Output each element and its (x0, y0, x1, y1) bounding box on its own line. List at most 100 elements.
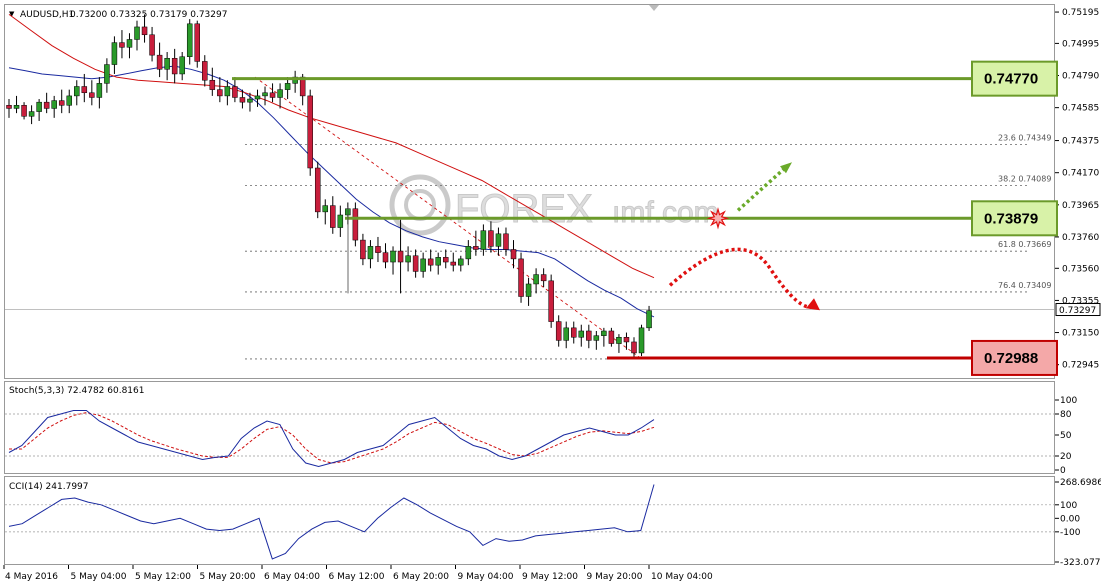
cci-tick-label: 100 (1060, 501, 1077, 511)
level-label: 0.74770 (984, 71, 1038, 88)
ohlc-readout: 0.73200 0.73325 0.73179 0.73297 (70, 10, 227, 20)
candle-body (111, 42, 118, 65)
candle-body (578, 330, 585, 338)
candle-body (74, 86, 80, 97)
svg-text:ımf.com: ımf.com (612, 196, 719, 229)
candle-body (179, 56, 185, 75)
candle-body (473, 246, 479, 250)
candle-body (6, 105, 12, 109)
cci-tick-label: 268.6986 (1060, 478, 1101, 488)
candle-body (13, 105, 20, 109)
symbol-title: AUDUSD,H1 (20, 10, 74, 20)
candle-body (337, 214, 344, 228)
candle-body (239, 97, 246, 103)
candle-body (96, 83, 103, 98)
candle-body (224, 86, 231, 97)
candle-body (601, 330, 607, 336)
price-tick-label: 0.75195 (1062, 8, 1099, 18)
candle-body (28, 111, 35, 117)
candle-body (232, 86, 238, 98)
stoch-tick-label: 80 (1060, 410, 1072, 420)
candle-body (488, 230, 494, 247)
candle-body (442, 257, 449, 263)
time-tick-label: 6 May 04:00 (264, 572, 320, 582)
candle-body (450, 261, 457, 266)
fib-level-label: 61.8 0.73669 (998, 240, 1051, 249)
watermark-text: FOREX (455, 187, 593, 231)
candle-body (375, 246, 381, 253)
chart-canvas: ▼ AUDUSD,H1 0.73200 0.73325 0.73179 0.73… (3, 4, 1101, 582)
price-tick-label: 0.74170 (1062, 169, 1099, 179)
candle-body (533, 274, 539, 285)
fib-level-label: 38.2 0.74089 (998, 174, 1051, 183)
stochastic-label: Stoch(5,3,3) 72.4782 60.8161 (9, 386, 144, 396)
cci-pane[interactable] (4, 476, 1055, 565)
candle-body (262, 92, 268, 97)
candle-body (540, 274, 547, 282)
time-tick-label: 6 May 20:00 (393, 572, 449, 582)
candle-body (58, 100, 65, 106)
candle-body (156, 54, 163, 70)
time-axis: 4 May 2016 5 May 04:00 5 May 12:00 5 May 20… (3, 565, 713, 582)
stoch-tick-label: 100 (1060, 396, 1077, 406)
cci-tick-label: -100 (1060, 528, 1081, 538)
cci-label: CCI(14) 241.7997 (9, 482, 89, 492)
price-tick-label: 0.74375 (1062, 137, 1099, 147)
candle-body (141, 26, 148, 36)
cci-tick-label: 0.00 (1060, 514, 1080, 524)
time-tick-label: 5 May 20:00 (200, 572, 256, 582)
candle-body (314, 167, 321, 213)
candle-body (51, 100, 57, 109)
candle-body (563, 327, 569, 341)
time-tick-label: 5 May 04:00 (71, 572, 127, 582)
time-tick-label: 9 May 04:00 (458, 572, 514, 582)
candle-body (623, 337, 630, 343)
price-tick-label: 0.73760 (1062, 233, 1099, 243)
candle-body (518, 258, 524, 297)
candle-body (631, 341, 637, 354)
candle-body (104, 64, 110, 84)
candle-body (435, 257, 441, 266)
level-label: 0.73879 (984, 210, 1038, 227)
candle-body (480, 230, 487, 250)
cci-tick-label: -323.0779 (1060, 558, 1101, 568)
candle-body (81, 86, 88, 94)
candle-body (465, 246, 472, 260)
candle-body (119, 42, 125, 48)
level-label: 0.72988 (984, 350, 1038, 367)
candle-body (593, 335, 600, 341)
time-tick-label: 9 May 12:00 (522, 572, 578, 582)
candle-body (571, 327, 577, 338)
time-tick-label: 10 May 04:00 (651, 572, 713, 582)
fib-level-label: 23.6 0.74349 (998, 134, 1051, 143)
candle-body (126, 39, 133, 48)
price-tick-label: 0.73150 (1062, 329, 1099, 339)
stoch-tick-label: 20 (1060, 452, 1072, 462)
price-tick-label: 0.73965 (1062, 201, 1099, 211)
candle-body (503, 233, 509, 250)
candle-body (586, 330, 592, 341)
candle-body (616, 337, 622, 344)
candle-body (646, 310, 652, 329)
stochastic-pane[interactable] (4, 381, 1055, 474)
candle-body (548, 280, 554, 322)
candle-body (134, 26, 140, 40)
candle-body (186, 23, 193, 57)
candle-body (307, 95, 313, 169)
current-price-label: 0.73297 (1059, 306, 1096, 316)
candle-body (202, 61, 208, 81)
price-tick-label: 0.73560 (1062, 264, 1099, 274)
candle-body (382, 252, 389, 263)
candle-body (360, 239, 366, 260)
candle-body (397, 250, 404, 263)
stoch-tick-label: 0 (1060, 466, 1066, 476)
time-tick-label: 4 May 2016 (5, 572, 58, 582)
candle-body (638, 327, 645, 354)
price-tick-label: 0.72945 (1062, 361, 1099, 371)
candle-body (209, 79, 216, 90)
stoch-tick-label: 50 (1060, 431, 1072, 441)
candle-body (21, 105, 27, 117)
candle-body (322, 205, 329, 213)
price-tick-label: 0.74585 (1062, 104, 1099, 114)
candle-body (254, 95, 261, 100)
